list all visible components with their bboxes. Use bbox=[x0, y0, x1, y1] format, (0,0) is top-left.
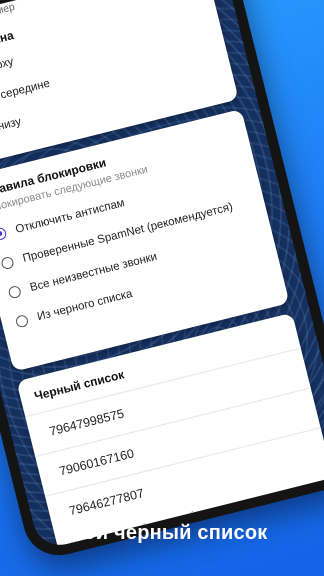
phone-mockup: альный размер жение окна Сверху По серед… bbox=[0, 0, 324, 563]
radio-icon[interactable] bbox=[14, 313, 30, 329]
radio-icon[interactable] bbox=[0, 255, 15, 271]
promo-caption: Свой черный список bbox=[56, 522, 268, 544]
radio-selected-icon[interactable] bbox=[0, 226, 8, 242]
phone-screen: альный размер жение окна Сверху По серед… bbox=[0, 0, 324, 551]
option-label: Внизу bbox=[0, 115, 23, 135]
radio-icon[interactable] bbox=[7, 284, 23, 300]
option-label: Сверху bbox=[0, 55, 15, 77]
